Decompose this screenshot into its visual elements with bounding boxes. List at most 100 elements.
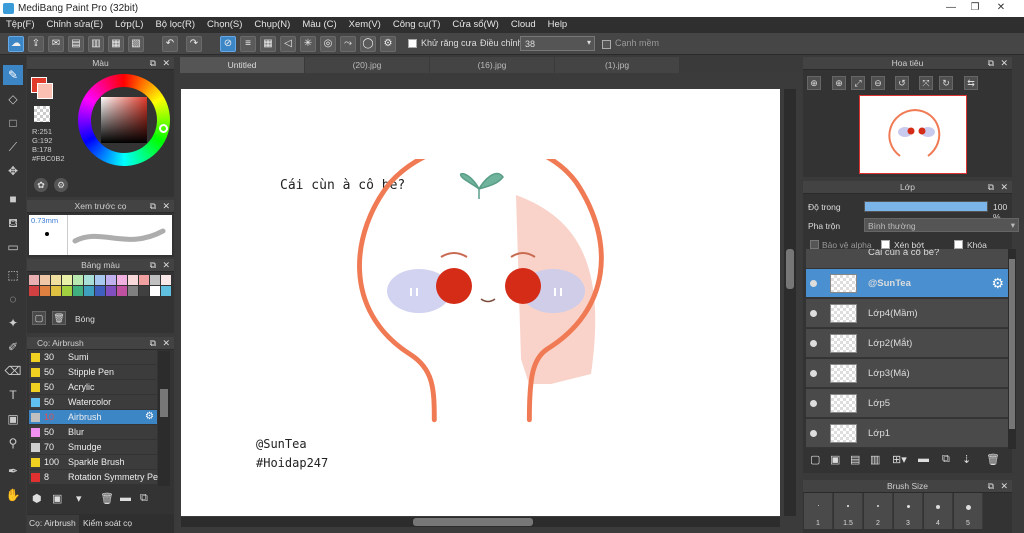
fill-rect-tool-icon[interactable]: ■ (3, 189, 23, 209)
tab-16-jpg[interactable]: (16).jpg (430, 57, 554, 73)
brush-size-option[interactable]: 1 (804, 493, 833, 529)
brush-row-acrylic[interactable]: 50 Acrylic (29, 380, 157, 395)
palette-swatch[interactable] (29, 275, 39, 285)
opacity-slider[interactable] (864, 201, 988, 212)
snap-settings-gear-icon[interactable]: ⚙ (380, 36, 396, 52)
add-layer-menu-icon[interactable]: ⊞▾ (892, 453, 907, 466)
brush-folder-icon[interactable]: ▬ (120, 492, 131, 504)
popout-icon[interactable]: ⧉ (150, 337, 156, 350)
palette-swatch[interactable] (51, 275, 61, 285)
close-icon[interactable]: ✕ (1000, 181, 1008, 194)
brush-copy-icon[interactable]: ⧉ (140, 492, 148, 505)
close-icon[interactable]: ✕ (1000, 480, 1008, 493)
menu-snap[interactable]: Chụp(N) (248, 17, 296, 33)
merge-layer-icon[interactable]: ⇣ (962, 453, 971, 466)
share-icon[interactable]: ⇪ (28, 36, 44, 52)
rotate-right-icon[interactable]: ↻ (939, 76, 953, 90)
palette-swatch[interactable] (161, 275, 171, 285)
zoom-in-icon[interactable]: ⊕ (807, 76, 821, 90)
fit-window-icon[interactable]: ⤧ (919, 76, 933, 90)
layer-row[interactable]: Lớp3(Má) (806, 359, 1008, 388)
palette-swatch[interactable] (84, 275, 94, 285)
layer-row[interactable]: Lớp1 (806, 419, 1008, 448)
scrollbar-thumb[interactable] (160, 389, 168, 417)
rectangle-tool-icon[interactable]: □ (3, 113, 23, 133)
scrollbar-thumb[interactable] (413, 518, 533, 526)
popout-icon[interactable]: ⧉ (988, 181, 994, 194)
brush-row-stipple-pen[interactable]: 50 Stipple Pen (29, 365, 157, 380)
eyedropper-tool-icon[interactable]: ⚲ (3, 433, 23, 453)
palette-swatch[interactable] (128, 286, 138, 296)
scrollbar-thumb[interactable] (1009, 259, 1015, 429)
lasso-tool-icon[interactable]: ◌ (3, 289, 23, 309)
bucket-tool-icon[interactable]: ⛾ (3, 213, 23, 233)
cloud-icon[interactable]: ☁ (8, 36, 24, 52)
undo-icon[interactable]: ↶ (162, 36, 178, 52)
brush-size-option[interactable]: 1.5 (834, 493, 863, 529)
select-tool-icon[interactable]: ⬚ (3, 265, 23, 285)
close-icon[interactable]: ✕ (162, 200, 170, 213)
visibility-eye-icon[interactable] (810, 310, 817, 317)
menu-file[interactable]: Tệp(F) (0, 17, 41, 33)
text-tool-icon[interactable]: T (3, 385, 23, 405)
popout-icon[interactable]: ⧉ (150, 259, 156, 272)
menu-edit[interactable]: Chỉnh sửa(E) (41, 17, 110, 33)
vanishing-snap-icon[interactable]: ◁ (280, 36, 296, 52)
drawing-canvas[interactable]: Cái cùn à cô bé? @SunTea #Hoidap247 (181, 89, 780, 516)
vertical-scrollbar[interactable] (784, 89, 796, 516)
brush-size-option[interactable]: 2 (864, 493, 893, 529)
new-palette-icon[interactable]: ▢ (32, 311, 46, 325)
popout-icon[interactable]: ⧉ (988, 480, 994, 493)
menu-select[interactable]: Chọn(S) (201, 17, 248, 33)
palette-swatch[interactable] (62, 275, 72, 285)
cross-snap-icon[interactable]: ▦ (260, 36, 276, 52)
gradient-tool-icon[interactable]: ▭ (3, 237, 23, 257)
menu-cloud[interactable]: Cloud (505, 17, 542, 33)
menu-layer[interactable]: Lớp(L) (109, 17, 149, 33)
brush-delete-icon[interactable]: 🗑 (100, 492, 114, 505)
new-layer-8bit-icon[interactable]: ▤ (850, 453, 860, 466)
hue-ring[interactable] (78, 74, 170, 166)
palette-swatch[interactable] (117, 286, 127, 296)
page-settings-icon[interactable]: ▥ (88, 36, 104, 52)
popout-icon[interactable]: ⧉ (150, 57, 156, 70)
brush-row-sumi[interactable]: 30 Sumi (29, 350, 157, 365)
brush-add-icon[interactable]: ⬢ (32, 492, 42, 505)
palette-swatch[interactable] (117, 275, 127, 285)
color-settings-icon[interactable]: ⚙ (54, 178, 68, 192)
menu-window[interactable]: Cửa sổ(W) (446, 17, 504, 33)
saturation-square[interactable] (101, 97, 147, 143)
palette-swatch[interactable] (139, 275, 149, 285)
layer-row[interactable]: Lớp2(Mắt) (806, 329, 1008, 358)
popout-icon[interactable]: ⧉ (988, 57, 994, 70)
select-eraser-tool-icon[interactable]: ⌫ (3, 361, 23, 381)
folder-icon[interactable]: ▬ (918, 453, 929, 465)
new-layer-alt-icon[interactable]: ▣ (830, 453, 840, 466)
hue-handle[interactable] (159, 124, 168, 133)
brush-size-option[interactable]: 4 (924, 493, 953, 529)
palette-swatch[interactable] (73, 275, 83, 285)
brush-row-blur[interactable]: 50 Blur (29, 425, 157, 440)
layer-settings-gear-icon[interactable]: ⚙ (991, 275, 1004, 292)
brush-new-icon[interactable]: ▣ (52, 492, 62, 505)
pen-tool-icon[interactable]: ✒ (3, 461, 23, 481)
brush-row-sparkle-brush[interactable]: 100 Sparkle Brush (29, 455, 157, 470)
flip-icon[interactable]: ⇆ (964, 76, 978, 90)
comment-icon[interactable]: ✉ (48, 36, 64, 52)
page-list-icon[interactable]: ▧ (128, 36, 144, 52)
circle-snap-icon[interactable]: ◎ (320, 36, 336, 52)
zoom-in-step-icon[interactable]: ⊕ (832, 76, 846, 90)
clipping-checkbox[interactable] (881, 240, 890, 249)
tab-1-jpg[interactable]: (1).jpg (555, 57, 679, 73)
close-icon[interactable]: ✕ (162, 57, 170, 70)
layer-row[interactable]: Lớp5 (806, 389, 1008, 418)
brush-settings-gear-icon[interactable]: ⚙ (145, 411, 154, 422)
scrollbar-thumb[interactable] (786, 249, 794, 289)
brush-menu-icon[interactable]: ▾ (76, 492, 82, 505)
visibility-eye-icon[interactable] (810, 340, 817, 347)
close-icon[interactable]: ✕ (162, 337, 170, 350)
minimize-button[interactable]: — (940, 1, 962, 15)
palette-swatch[interactable] (95, 275, 105, 285)
palette-swatch[interactable] (84, 286, 94, 296)
maximize-button[interactable]: ❐ (964, 1, 986, 15)
